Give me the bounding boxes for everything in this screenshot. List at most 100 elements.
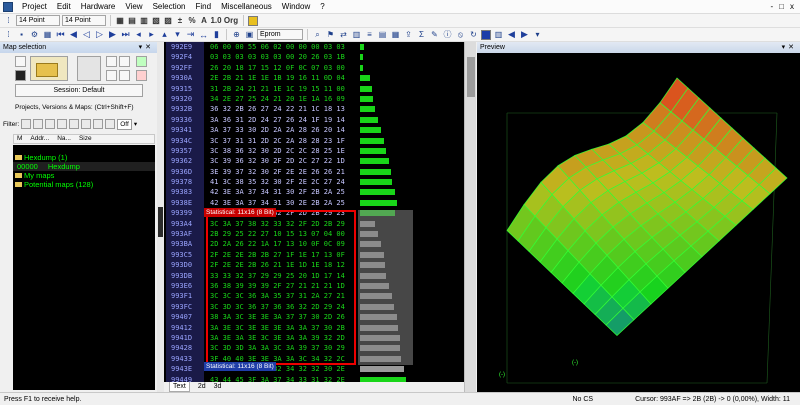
percent-button[interactable]: %: [187, 15, 197, 26]
tab-3d[interactable]: 3d: [214, 382, 222, 392]
menu-find[interactable]: Find: [191, 0, 217, 14]
byte-row[interactable]: 2E 2B 21 1E 1E 1B 19 16 11 0D 04: [206, 73, 358, 83]
byte-row[interactable]: 3A 36 31 2D 24 27 26 24 1F 19 14: [206, 115, 358, 125]
chip-icon[interactable]: ▣: [244, 29, 255, 40]
open-project-button[interactable]: [30, 56, 68, 81]
dec-format-button[interactable]: ▤: [127, 15, 137, 26]
byte-row[interactable]: 3A 37 33 30 2D 2A 2A 28 26 20 14: [206, 125, 358, 135]
byte-row[interactable]: 03 03 03 03 03 03 00 20 26 03 1B: [206, 52, 358, 62]
import-button[interactable]: [77, 56, 101, 81]
down-icon[interactable]: ▾: [172, 29, 183, 40]
note-icon[interactable]: ✎: [429, 29, 440, 40]
last-icon[interactable]: ⏭: [120, 29, 131, 40]
filter-select[interactable]: Off: [117, 118, 132, 130]
session-button[interactable]: Session: Default: [15, 84, 143, 97]
refresh-icon[interactable]: ↻: [468, 29, 479, 40]
search-icon[interactable]: ⌕: [312, 29, 323, 40]
tab-text[interactable]: Text: [169, 382, 190, 392]
filter-2d-icon[interactable]: [45, 119, 56, 129]
byte-row[interactable]: 3C 39 36 32 30 2F 2D 2C 27 22 1D: [206, 156, 358, 166]
rows-format-button[interactable]: ▨: [163, 15, 173, 26]
export-icon[interactable]: ⇪: [403, 29, 414, 40]
font-size-select-b[interactable]: 14 Point: [62, 15, 106, 26]
accent-color-icon[interactable]: [481, 29, 491, 40]
menu-hardware[interactable]: Hardware: [76, 0, 121, 14]
byte-row[interactable]: 06 00 00 55 06 02 00 00 00 03 03: [206, 42, 358, 52]
tree-item-hexdump[interactable]: 00000 Hexdump: [13, 162, 155, 171]
menu-view[interactable]: View: [120, 0, 147, 14]
prev-icon[interactable]: ◁: [81, 29, 92, 40]
cols-format-button[interactable]: ▧: [151, 15, 161, 26]
accept-icon[interactable]: [136, 56, 147, 67]
tab-2d[interactable]: 2d: [198, 382, 206, 392]
menu-edit[interactable]: Edit: [52, 0, 76, 14]
forward-icon[interactable]: ▶: [519, 29, 530, 40]
map-icon[interactable]: ▥: [351, 29, 362, 40]
float-button[interactable]: 1.0: [210, 15, 221, 26]
left-icon[interactable]: ◂: [133, 29, 144, 40]
byte-row[interactable]: 41 3C 38 35 32 30 2F 2E 2C 27 24: [206, 177, 358, 187]
menu-help[interactable]: ?: [315, 0, 329, 14]
eprom-select[interactable]: Eprom: [257, 29, 303, 40]
compare-icon[interactable]: ⇄: [338, 29, 349, 40]
right-icon[interactable]: ▸: [146, 29, 157, 40]
hex-format-button[interactable]: ▦: [115, 15, 125, 26]
menu-window[interactable]: Window: [277, 0, 315, 14]
filter-bits-icon[interactable]: [105, 119, 116, 129]
copy-icon[interactable]: [106, 56, 117, 67]
byte-row[interactable]: 36 32 2B 26 27 24 22 21 1C 18 13: [206, 104, 358, 114]
menu-selection[interactable]: Selection: [148, 0, 191, 14]
sum-icon[interactable]: Σ: [416, 29, 427, 40]
filter-hex-icon[interactable]: [93, 119, 104, 129]
save-icon[interactable]: ▪: [16, 29, 27, 40]
bin-format-button[interactable]: ▥: [139, 15, 149, 26]
color-icon[interactable]: [248, 15, 258, 26]
mark-icon[interactable]: ▮: [211, 29, 222, 40]
filter-text-icon[interactable]: [81, 119, 92, 129]
first-icon[interactable]: ⏮: [55, 29, 66, 40]
bookmark-icon[interactable]: ⚑: [325, 29, 336, 40]
map-3d-surface[interactable]: [477, 53, 800, 391]
paste-icon[interactable]: [119, 56, 130, 67]
filter-values-icon[interactable]: [69, 119, 80, 129]
signed-button[interactable]: ±: [175, 15, 185, 26]
column-name[interactable]: Na...: [57, 135, 71, 143]
more-icon[interactable]: ▾: [532, 29, 543, 40]
jump-icon[interactable]: ⇥: [185, 29, 196, 40]
edit-map-icon[interactable]: [119, 70, 130, 81]
close-button[interactable]: x: [790, 2, 794, 11]
byte-row[interactable]: 3E 39 37 32 30 2F 2E 2E 26 26 21: [206, 167, 358, 177]
filter-mark-icon[interactable]: [21, 119, 32, 129]
byte-row[interactable]: 26 20 18 17 15 12 0F 0C 07 03 00: [206, 63, 358, 73]
panel-controls[interactable]: ▾✕: [139, 42, 157, 53]
save-project-button[interactable]: [15, 70, 26, 81]
filter-dropdown-icon[interactable]: ▾: [134, 120, 137, 128]
next-page-icon[interactable]: ▶: [107, 29, 118, 40]
font-size-select-a[interactable]: 14 Point: [16, 15, 60, 26]
chart-icon[interactable]: ▤: [377, 29, 388, 40]
stop-icon[interactable]: ⦸: [455, 29, 466, 40]
column-addr[interactable]: Addr...: [30, 135, 49, 143]
maximize-button[interactable]: □: [779, 2, 784, 11]
filter-1d-icon[interactable]: [33, 119, 44, 129]
filter-3d-icon[interactable]: [57, 119, 68, 129]
list-icon[interactable]: ≡: [364, 29, 375, 40]
panel-splitter[interactable]: [157, 42, 164, 392]
ascii-button[interactable]: A: [199, 15, 209, 26]
new-map-icon[interactable]: [106, 70, 117, 81]
byte-row[interactable]: 43 44 45 3F 3A 37 34 33 31 32 2E: [206, 375, 358, 383]
layout-icon[interactable]: ▥: [493, 29, 504, 40]
byte-row[interactable]: 34 2E 27 25 24 21 20 1E 1A 16 09: [206, 94, 358, 104]
delete-icon[interactable]: [136, 70, 147, 81]
column-size[interactable]: Size: [79, 135, 92, 143]
width-icon[interactable]: ↔: [198, 29, 209, 40]
hexdump-scrollbar[interactable]: [464, 42, 476, 392]
byte-row[interactable]: 42 3E 3A 37 34 31 30 2E 2B 2A 25: [206, 198, 358, 208]
hexdump-view[interactable]: 992E9 992F4 992FF 9930A 99315 99320 9932B 99336…: [164, 42, 464, 382]
zoom-icon[interactable]: ⊕: [231, 29, 242, 40]
tree-item-hexdump-folder[interactable]: Hexdump (1): [13, 153, 155, 162]
grid-icon[interactable]: ▦: [42, 29, 53, 40]
byte-row[interactable]: 3C 37 31 31 2D 2C 2A 28 28 23 1F: [206, 136, 358, 146]
minimize-button[interactable]: -: [770, 2, 773, 11]
back-icon[interactable]: ◀: [506, 29, 517, 40]
